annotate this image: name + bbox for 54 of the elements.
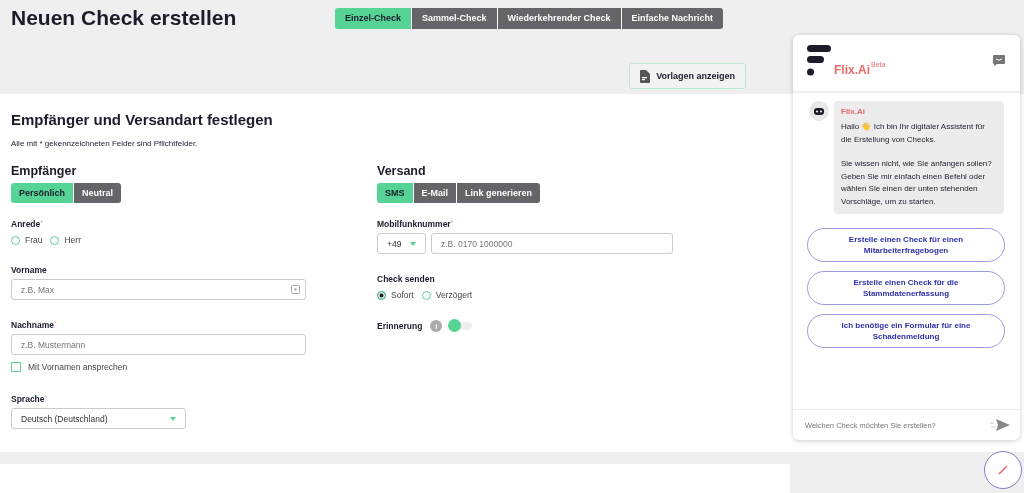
last-name-field[interactable]: z.B. Mustermann [11,334,306,355]
mode-tab[interactable]: Einzel-Check [335,7,413,29]
recipient-tab[interactable]: Persönlich [11,183,74,203]
chat-icon[interactable] [993,55,1005,66]
recipient-tab[interactable]: Neutral [74,183,122,203]
field-label: Erinnerung [377,321,423,331]
shipping-heading: Versand [377,164,426,178]
suggestion-button[interactable]: Ich benötige ein Formular für eine Schadenmeldung [807,314,1005,348]
section-title: Empfänger und Versandart festlegen [11,111,273,128]
brand-name: Flix.Ai [834,63,870,77]
mode-tab[interactable]: Wiederkehrender Check [497,7,622,29]
logo-icon [807,45,831,77]
radio-button[interactable] [421,290,431,300]
field-label: Sprache [11,394,45,404]
first-name-field[interactable]: z.B. Max [11,279,306,300]
country-code-select[interactable]: +49 [377,233,426,254]
page-title: Neuen Check erstellen [11,6,238,30]
message-text: Hallo 👋 Ich bin Ihr digitaler Assistent für die Erstellung von Checks. [841,121,986,146]
phone-field[interactable]: z.B. 0170 1000000 [431,233,673,254]
field-label: Vorname [11,265,47,275]
message-text: Sie wissen nicht, wie Sie anfangen sollen? Geben Sie mir einfach einen Befehl oder wählen Sie einen der unten stehenden Vorschläge, um zu starten. [841,158,993,208]
radio-label: Sofort [391,290,414,300]
caret-icon [170,416,176,421]
suggestion-button[interactable]: Erstelle einen Check für einen Mitarbeiterfragebogen [807,228,1005,262]
mode-tab[interactable]: Sammel-Check [412,7,498,29]
document-icon [640,69,651,83]
sender-name: Flix.Ai [841,107,866,116]
send-icon[interactable] [990,419,1010,431]
robot-icon [809,101,829,121]
radio-button[interactable] [50,235,60,245]
caret-icon [410,241,416,246]
field-label: Mobilfunknummer [377,219,451,229]
field-label: Check senden [377,274,435,284]
language-select[interactable]: Deutsch (Deutschland) [11,408,186,429]
field-label: Nachname [11,320,54,330]
radio-button[interactable] [377,290,386,300]
reminder-toggle[interactable] [450,322,473,330]
recipient-heading: Empfänger [11,164,77,178]
close-icon [998,465,1008,475]
shipping-tab[interactable]: Link generieren [457,183,541,203]
checkbox-label: Mit Vornamen ansprechen [28,362,128,372]
radio-label: Frau [25,235,43,245]
close-button[interactable] [984,451,1022,489]
required-note: Alle mit * gekennzeichneten Felder sind Pflichtfelder. [11,139,198,148]
radio-label: Verzögert [435,290,473,300]
checkbox[interactable] [11,362,21,372]
suggestion-button[interactable]: Erstelle einen Check für die Stammdatenerfassung [807,271,1005,305]
shipping-tab[interactable]: E-Mail [413,183,458,203]
shipping-tab[interactable]: SMS [377,183,414,203]
templates-button[interactable]: Vorlagen anzeigen [629,63,746,89]
radio-label: Herr [64,235,81,245]
radio-button[interactable] [11,235,20,245]
contact-card-icon [291,285,300,294]
mode-tab[interactable]: Einfache Nachricht [621,7,724,29]
